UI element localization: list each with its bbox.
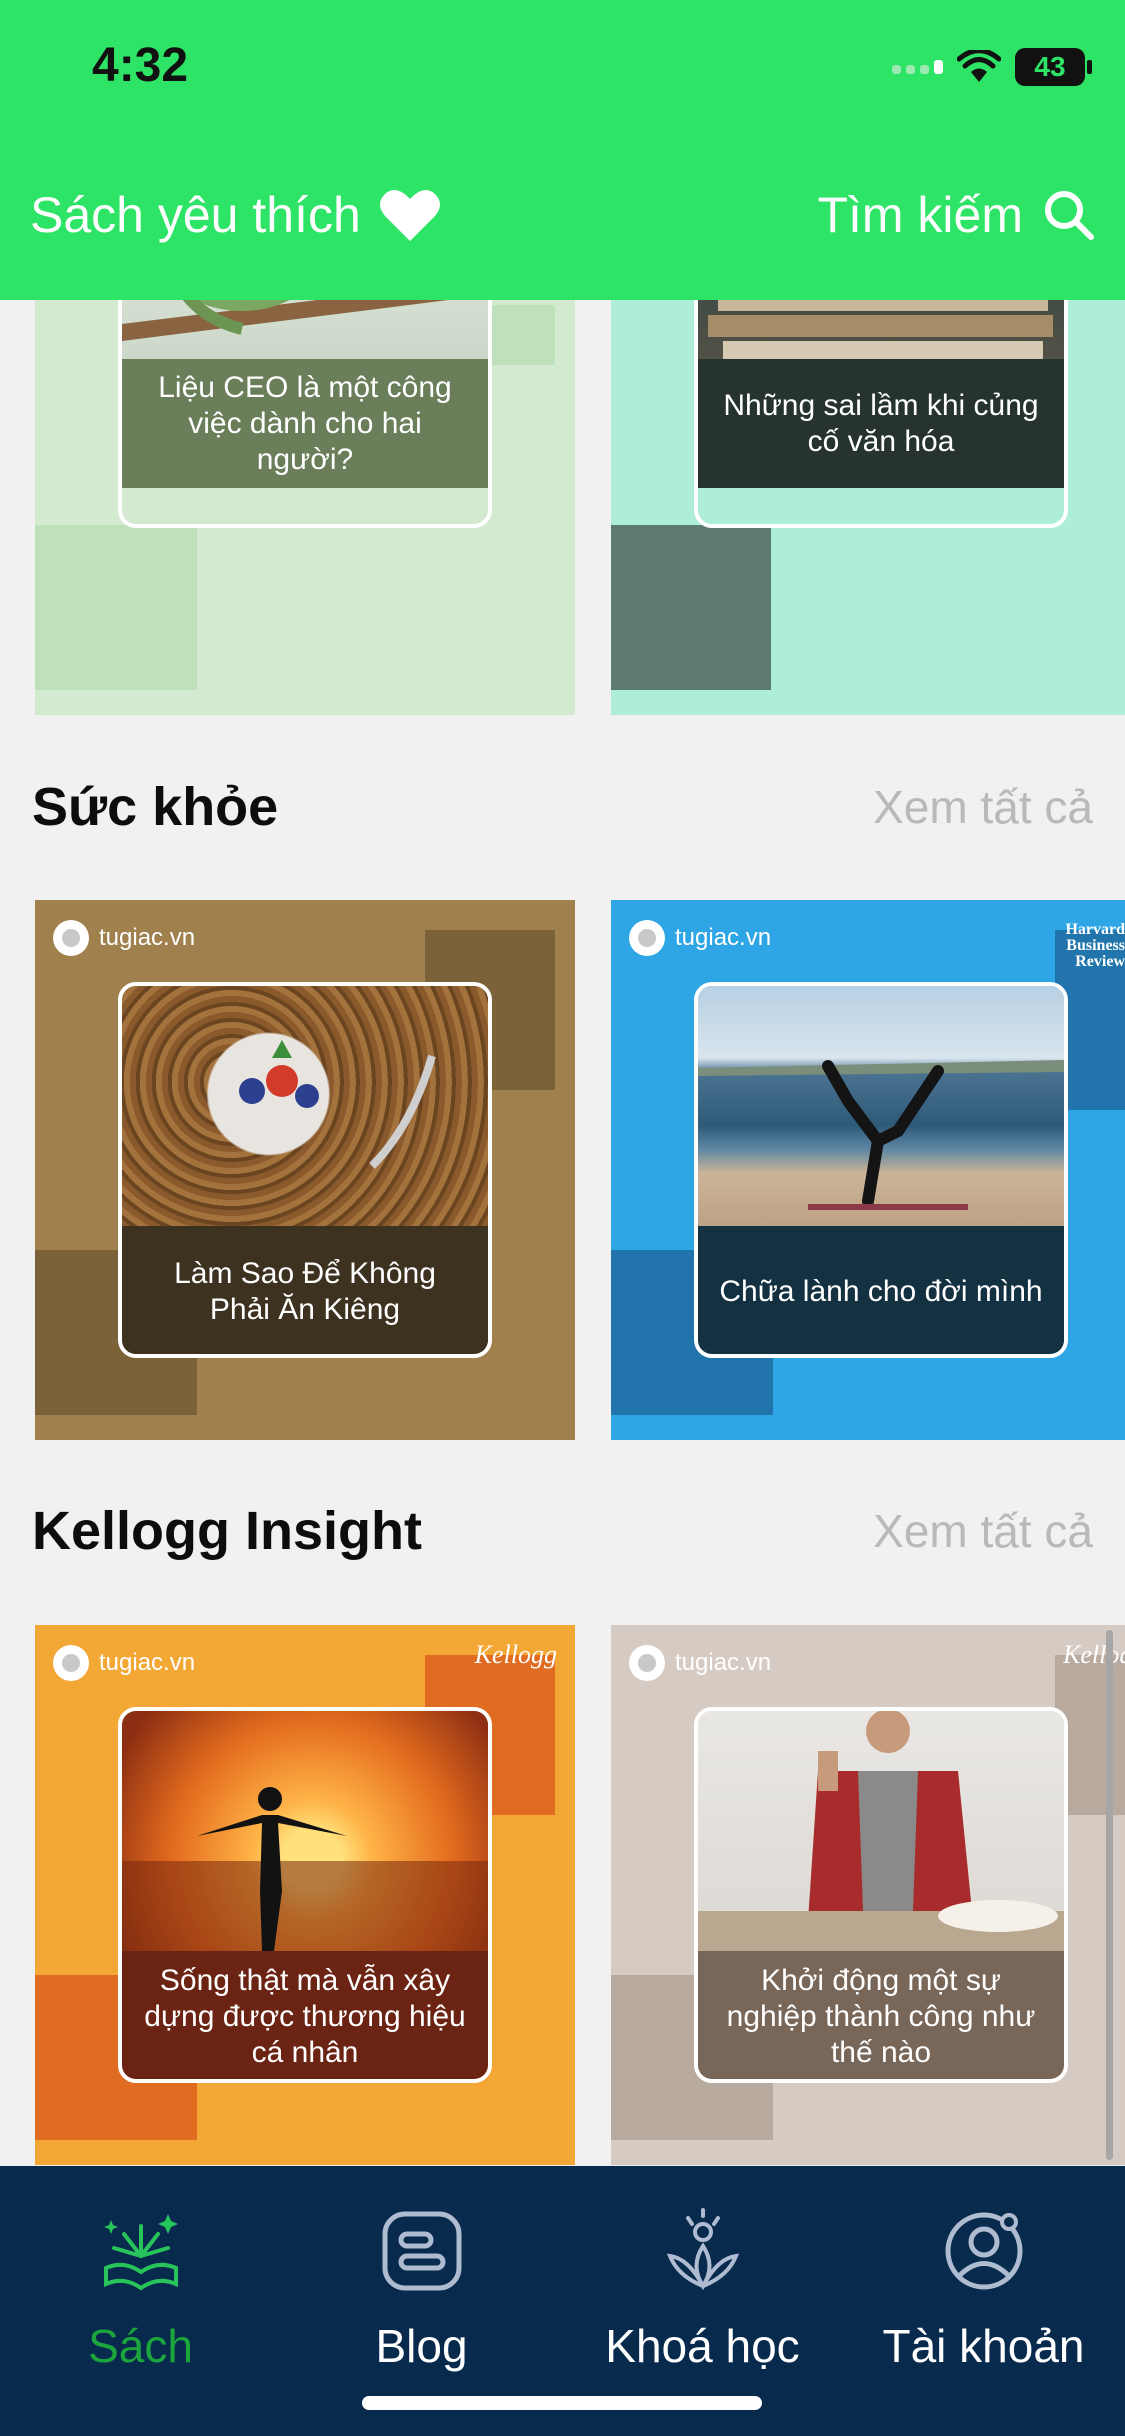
book-cover-frame: Chữa lành cho đời mình: [694, 982, 1068, 1358]
account-icon: [945, 2212, 1022, 2290]
battery-icon: 43: [1015, 48, 1092, 86]
scrollbar[interactable]: [1106, 1630, 1113, 2160]
section-title-kellogg: Kellogg Insight: [32, 1501, 422, 1561]
see-all-kellogg-link[interactable]: Xem tất cả: [873, 1504, 1093, 1558]
granola-bowl-photo: [122, 986, 488, 1226]
book-sparkle-icon: [103, 2214, 178, 2291]
heart-icon: [379, 190, 440, 241]
tugiac-logo-icon: [629, 1645, 665, 1681]
tab-label: Tài khoản: [882, 2320, 1085, 2372]
man-thumbs-up-photo: [698, 1711, 1064, 1951]
battery-level: 43: [1034, 51, 1066, 82]
book-cover-frame: Khởi động một sự nghiệp thành công như t…: [694, 1707, 1068, 2083]
brand-text: tugiac.vn: [99, 1649, 196, 1676]
decor-shape: [611, 525, 771, 690]
brand-text: tugiac.vn: [675, 924, 772, 951]
brand-text: tugiac.vn: [99, 924, 196, 951]
tab-account[interactable]: Tài khoản: [843, 2206, 1124, 2373]
blog-icon: [382, 2211, 461, 2291]
brand-tugiac: tugiac.vn: [53, 920, 195, 956]
section-title-health: Sức khỏe: [32, 777, 279, 837]
search-button[interactable]: Tìm kiếm: [817, 186, 1095, 244]
card-caption: Những sai lầm khi củng cố văn hóa: [698, 359, 1064, 488]
book-card-healing[interactable]: tugiac.vn Harvard Business Review Chữa l…: [611, 900, 1125, 1440]
kellogg-logo: Kellogg: [474, 1640, 557, 1669]
see-all-health-link[interactable]: Xem tất cả: [873, 780, 1093, 834]
header-bar: 4:32 43 Sách yêu thích Tìm kiếm: [0, 0, 1125, 300]
screen: Liệu CEO là một công việc dành cho hai n…: [0, 0, 1125, 2436]
brand-tugiac: tugiac.vn: [629, 1645, 771, 1681]
book-card-personal-brand[interactable]: tugiac.vn Kellogg Sống thật mà vẫn xây d…: [35, 1625, 575, 2165]
search-icon: [1045, 191, 1094, 240]
sunset-silhouette-photo: [122, 1711, 488, 1951]
book-cover-frame: Làm Sao Để Không Phải Ăn Kiêng: [118, 982, 492, 1358]
card-caption: Sống thật mà vẫn xây dựng được thương hi…: [122, 1951, 488, 2079]
header-title: Sách yêu thích: [30, 187, 361, 243]
lotus-icon: [666, 2208, 739, 2291]
tab-courses[interactable]: Khoá học: [562, 2206, 843, 2373]
cellular-signal-icon: [892, 60, 943, 74]
tab-blog[interactable]: Blog: [281, 2206, 562, 2373]
tab-books[interactable]: Sách: [0, 2206, 281, 2373]
decor-shape: [35, 525, 197, 690]
book-card-career[interactable]: tugiac.vn Kellogg Khởi động một sự nghiệ…: [611, 1625, 1125, 2165]
card-caption: Liệu CEO là một công việc dành cho hai n…: [122, 359, 488, 488]
tugiac-logo-icon: [53, 1645, 89, 1681]
tab-label: Khoá học: [605, 2320, 800, 2372]
kellogg-logo: Kellogg: [1063, 1645, 1125, 1665]
hbr-logo: Harvard Business Review: [1065, 922, 1125, 970]
brand-tugiac: tugiac.vn: [629, 920, 771, 956]
brand-tugiac: tugiac.vn: [53, 1645, 195, 1681]
card-caption: Chữa lành cho đời mình: [698, 1226, 1064, 1354]
card-caption: Khởi động một sự nghiệp thành công như t…: [698, 1951, 1064, 2079]
book-card-diet[interactable]: tugiac.vn Làm Sao Để Không Phải Ăn Kiêng: [35, 900, 575, 1440]
home-indicator[interactable]: [362, 2396, 762, 2410]
beach-yoga-photo: [698, 986, 1064, 1226]
status-icons: 43: [892, 48, 1092, 86]
status-time: 4:32: [92, 39, 189, 92]
tab-label: Blog: [375, 2320, 468, 2372]
tab-label: Sách: [88, 2320, 193, 2372]
tugiac-logo-icon: [53, 920, 89, 956]
search-label: Tìm kiếm: [817, 187, 1023, 243]
favorites-button[interactable]: Sách yêu thích: [30, 186, 441, 244]
brand-text: tugiac.vn: [675, 1649, 772, 1676]
wifi-icon: [957, 50, 1001, 82]
book-cover-frame: Sống thật mà vẫn xây dựng được thương hi…: [118, 1707, 492, 2083]
tugiac-logo-icon: [629, 920, 665, 956]
card-caption: Làm Sao Để Không Phải Ăn Kiêng: [122, 1226, 488, 1354]
